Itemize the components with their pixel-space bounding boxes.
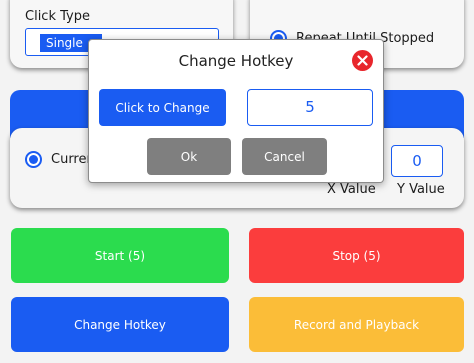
- y-value-input[interactable]: 0: [391, 145, 443, 177]
- y-value-label: Y Value: [397, 182, 445, 197]
- stop-button[interactable]: Stop (5): [249, 228, 464, 283]
- ok-button[interactable]: Ok: [147, 138, 231, 175]
- click-type-label: Click Type: [25, 9, 90, 24]
- change-hotkey-button[interactable]: Change Hotkey: [11, 297, 229, 352]
- change-hotkey-dialog: Change Hotkey Click to Change 5 Ok Cance…: [88, 39, 384, 183]
- hotkey-value-field[interactable]: 5: [247, 89, 373, 126]
- current-location-radio[interactable]: [25, 151, 42, 168]
- cancel-button[interactable]: Cancel: [242, 138, 327, 175]
- close-icon[interactable]: [352, 50, 373, 71]
- click-to-change-button[interactable]: Click to Change: [99, 89, 226, 126]
- record-playback-button[interactable]: Record and Playback: [249, 297, 464, 352]
- dialog-title: Change Hotkey: [178, 52, 294, 70]
- start-button[interactable]: Start (5): [11, 228, 229, 283]
- x-value-label: X Value: [327, 182, 376, 197]
